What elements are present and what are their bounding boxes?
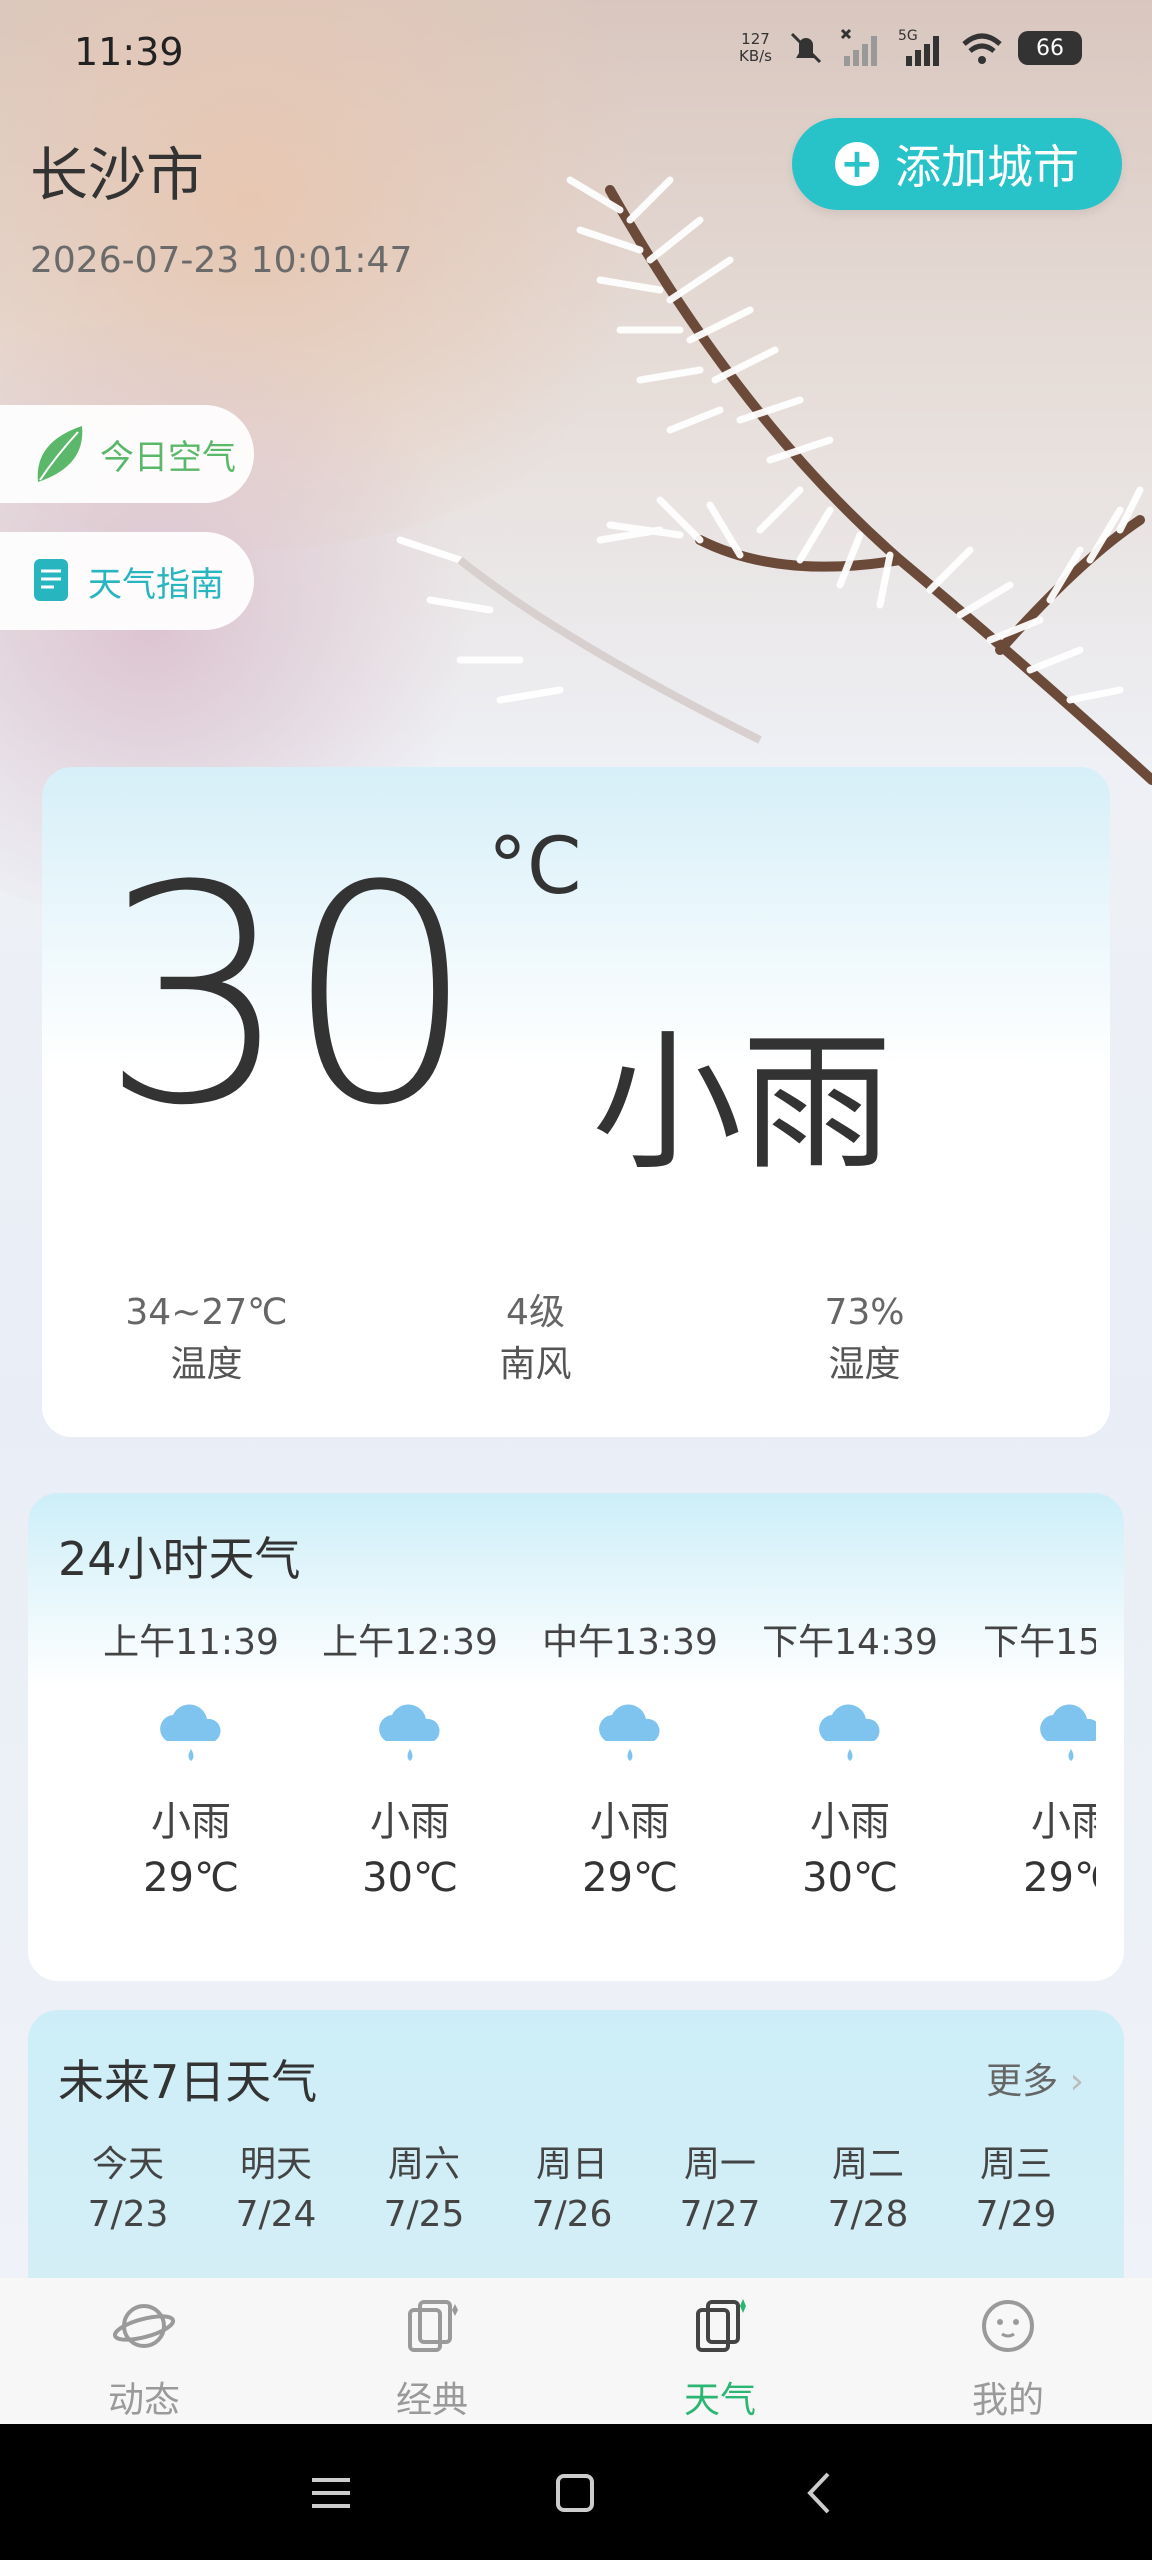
- status-icons: 127 KB/s 5G 66: [739, 28, 1082, 68]
- cards-icon: [696, 2299, 746, 2352]
- menu-icon[interactable]: [306, 2468, 356, 2518]
- more-label: 更多: [986, 2061, 1059, 2102]
- weekly-title: 未来7日天气: [58, 2055, 318, 2109]
- planet-icon: [112, 2304, 176, 2348]
- chevron-right-icon: ›: [1069, 2061, 1084, 2102]
- today-air-label: 今日空气: [100, 437, 236, 478]
- current-temperature: 30: [100, 822, 476, 1171]
- tab-label: 动态: [107, 2380, 180, 2421]
- hour-condition: 小雨: [370, 1799, 450, 1845]
- current-condition: 小雨: [592, 1017, 893, 1191]
- tab-classic[interactable]: 经典: [352, 2296, 512, 2423]
- stat-label: 湿度: [828, 1344, 901, 1385]
- update-datetime: 2026-07-23 10:01:47: [30, 240, 413, 281]
- hour-temp: 30℃: [362, 1855, 458, 1901]
- system-navigation-bar: [0, 2424, 1152, 2560]
- status-time: 11:39: [74, 30, 184, 74]
- hour-time: 下午14:39: [762, 1622, 938, 1663]
- wifi-icon: [962, 33, 1002, 64]
- home-icon[interactable]: [550, 2468, 600, 2518]
- light-rain-icon: [1040, 1704, 1096, 1761]
- stat-humidity: 73% 湿度: [700, 1287, 1029, 1391]
- network-speed: 127 KB/s: [739, 30, 772, 65]
- today-air-button[interactable]: 今日空气: [0, 405, 254, 503]
- hour-condition: 小雨: [810, 1799, 890, 1845]
- current-stats: 34~27℃ 温度 4级 南风 73% 湿度: [42, 1287, 1110, 1391]
- hour-time: 下午15:39: [983, 1622, 1096, 1663]
- leaf-icon: [37, 426, 83, 482]
- hourly-item: 上午12:39 小雨 30℃: [300, 1613, 520, 1901]
- battery-indicator: 66: [1018, 31, 1082, 65]
- stat-temperature-range: 34~27℃ 温度: [42, 1287, 371, 1391]
- tab-label: 天气: [683, 2380, 756, 2421]
- day-item[interactable]: 周三 7/29: [942, 2140, 1090, 2240]
- day-item[interactable]: 周日 7/26: [498, 2140, 646, 2240]
- weekly-days: 今天 7/23 明天 7/24 周六 7/25 周日 7/26 周一 7/27 周二 7/2…: [54, 2140, 1090, 2240]
- tab-weather[interactable]: 天气: [640, 2296, 800, 2423]
- add-city-label: 添加城市: [895, 140, 1079, 194]
- document-icon: [34, 559, 68, 601]
- weather-guide-label: 天气指南: [88, 564, 224, 605]
- city-name[interactable]: 长沙市: [30, 128, 204, 212]
- light-rain-icon: [379, 1704, 440, 1761]
- stat-value: 4级: [506, 1292, 565, 1333]
- hourly-item: 中午13:39 小雨 29℃: [520, 1613, 740, 1901]
- hourly-item: 下午15:39 小雨 29℃: [961, 1613, 1096, 1901]
- temperature-unit: °C: [488, 822, 582, 912]
- stat-label: 南风: [499, 1344, 572, 1385]
- weather-guide-button[interactable]: 天气指南: [0, 532, 254, 630]
- tab-mine[interactable]: 我的: [928, 2296, 1088, 2423]
- day-item[interactable]: 今天 7/23: [54, 2140, 202, 2240]
- more-link[interactable]: 更多 ›: [986, 2052, 1084, 2104]
- hour-time: 中午13:39: [542, 1622, 718, 1663]
- back-icon[interactable]: [796, 2468, 846, 2518]
- status-bar: 11:39 127 KB/s 5G 66: [0, 0, 1152, 110]
- hour-time: 上午11:39: [103, 1622, 279, 1663]
- face-icon: [982, 2300, 1034, 2352]
- plus-icon: +: [835, 142, 879, 186]
- hour-condition: 小雨: [590, 1799, 670, 1845]
- cards-icon: [408, 2300, 458, 2352]
- signal-5g-icon: 5G: [898, 28, 939, 66]
- hour-condition: 小雨: [1031, 1799, 1096, 1845]
- light-rain-icon: [599, 1704, 660, 1761]
- signal-no-sim-icon: [840, 28, 877, 66]
- day-item[interactable]: 周一 7/27: [646, 2140, 794, 2240]
- hour-condition: 小雨: [151, 1799, 231, 1845]
- hourly-forecast-card[interactable]: 24小时天气 上午11:39 小雨 29℃ 上午12:39 小雨 30℃ 中午1…: [28, 1493, 1124, 1981]
- day-item[interactable]: 明天 7/24: [202, 2140, 350, 2240]
- network-type: 5G: [898, 28, 918, 44]
- current-weather-card: 30 °C 小雨 34~27℃ 温度 4级 南风 73% 湿度: [42, 767, 1110, 1437]
- mute-bell-icon: [790, 32, 822, 64]
- day-item[interactable]: 周二 7/28: [794, 2140, 942, 2240]
- tab-dynamic[interactable]: 动态: [64, 2296, 224, 2423]
- stat-value: 34~27℃: [125, 1292, 288, 1333]
- hourly-item: 下午14:39 小雨 30℃: [740, 1613, 960, 1901]
- light-rain-icon: [819, 1704, 880, 1761]
- light-rain-icon: [160, 1704, 221, 1761]
- hourly-item: 上午11:39 小雨 29℃: [81, 1613, 301, 1901]
- hour-temp: 30℃: [802, 1855, 898, 1901]
- day-item[interactable]: 周六 7/25: [350, 2140, 498, 2240]
- hourly-title: 24小时天气: [58, 1532, 301, 1586]
- stat-label: 温度: [170, 1344, 243, 1385]
- tab-label: 我的: [971, 2380, 1044, 2421]
- tab-label: 经典: [395, 2380, 468, 2421]
- hour-time: 上午12:39: [322, 1622, 498, 1663]
- hour-temp: 29℃: [143, 1855, 239, 1901]
- hour-temp: 29℃: [582, 1855, 678, 1901]
- stat-wind: 4级 南风: [371, 1287, 700, 1391]
- hour-temp: 29℃: [1023, 1855, 1096, 1901]
- hourly-list[interactable]: 上午11:39 小雨 29℃ 上午12:39 小雨 30℃ 中午13:39 小雨: [28, 1613, 1096, 1953]
- stat-value: 73%: [824, 1292, 905, 1333]
- bottom-tab-bar: 动态 经典 天气 我的: [0, 2278, 1152, 2424]
- add-city-button[interactable]: + 添加城市: [792, 118, 1122, 210]
